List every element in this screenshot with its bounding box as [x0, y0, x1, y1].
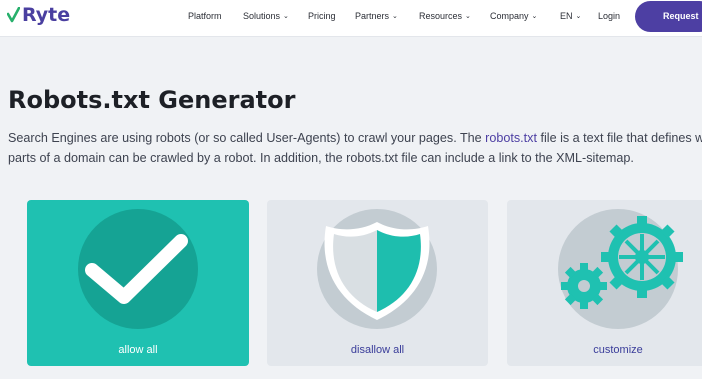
nav-item-pricing[interactable]: Pricing	[308, 10, 336, 22]
nav-item-partners[interactable]: Partners ⌄	[355, 10, 398, 23]
page: Ryte Platform Solutions ⌄ Pricing Partner…	[0, 0, 702, 379]
description-text: file is a text file that defines which	[540, 131, 702, 145]
login-link[interactable]: Login	[598, 10, 620, 22]
nav-item-label: Platform	[188, 11, 222, 21]
language-selector[interactable]: EN ⌄	[560, 10, 581, 23]
option-label: allow all	[118, 344, 158, 356]
nav-item-platform[interactable]: Platform	[188, 10, 222, 22]
nav-item-company[interactable]: Company ⌄	[490, 10, 537, 23]
nav-item-label: Partners	[355, 11, 390, 21]
description-text: parts of a domain can be crawled by a ro…	[8, 151, 634, 165]
shield-icon	[317, 209, 437, 329]
chevron-down-icon: ⌄	[465, 13, 471, 20]
logo-text: Ryte	[22, 4, 71, 26]
gears-icon	[558, 209, 683, 329]
top-navigation-bar: Ryte Platform Solutions ⌄ Pricing Partner…	[0, 0, 702, 37]
ryte-logo[interactable]: Ryte	[7, 4, 70, 26]
nav-item-solutions[interactable]: Solutions ⌄	[243, 10, 289, 23]
chevron-down-icon: ⌄	[392, 13, 398, 20]
checkmark-icon	[78, 209, 198, 329]
option-label: customize	[593, 344, 643, 356]
nav-item-label: Pricing	[308, 11, 336, 21]
nav-item-resources[interactable]: Resources ⌄	[419, 10, 471, 23]
option-card-disallow-all[interactable]: disallow all	[267, 200, 488, 366]
option-card-allow-all[interactable]: allow all	[27, 200, 249, 366]
chevron-down-icon: ⌄	[283, 13, 289, 20]
nav-item-label: Company	[490, 11, 529, 21]
page-description: Search Engines are using robots (or so c…	[8, 128, 702, 168]
option-label: disallow all	[350, 344, 405, 356]
description-text: Search Engines are using robots (or so c…	[8, 131, 486, 145]
cta-label: Request	[663, 11, 699, 21]
logo-check-icon	[7, 7, 20, 23]
login-label: Login	[598, 11, 621, 21]
chevron-down-icon: ⌄	[531, 13, 538, 20]
page-title: Robots.txt Generator	[8, 86, 296, 114]
request-demo-button[interactable]: Request	[635, 1, 702, 32]
language-label: EN	[560, 11, 573, 21]
robots-txt-link[interactable]: robots.txt	[485, 131, 537, 145]
option-card-customize[interactable]: customize	[507, 200, 702, 366]
chevron-down-icon: ⌄	[575, 13, 582, 20]
nav-item-label: Resources	[419, 11, 463, 21]
nav-item-label: Solutions	[243, 11, 281, 21]
